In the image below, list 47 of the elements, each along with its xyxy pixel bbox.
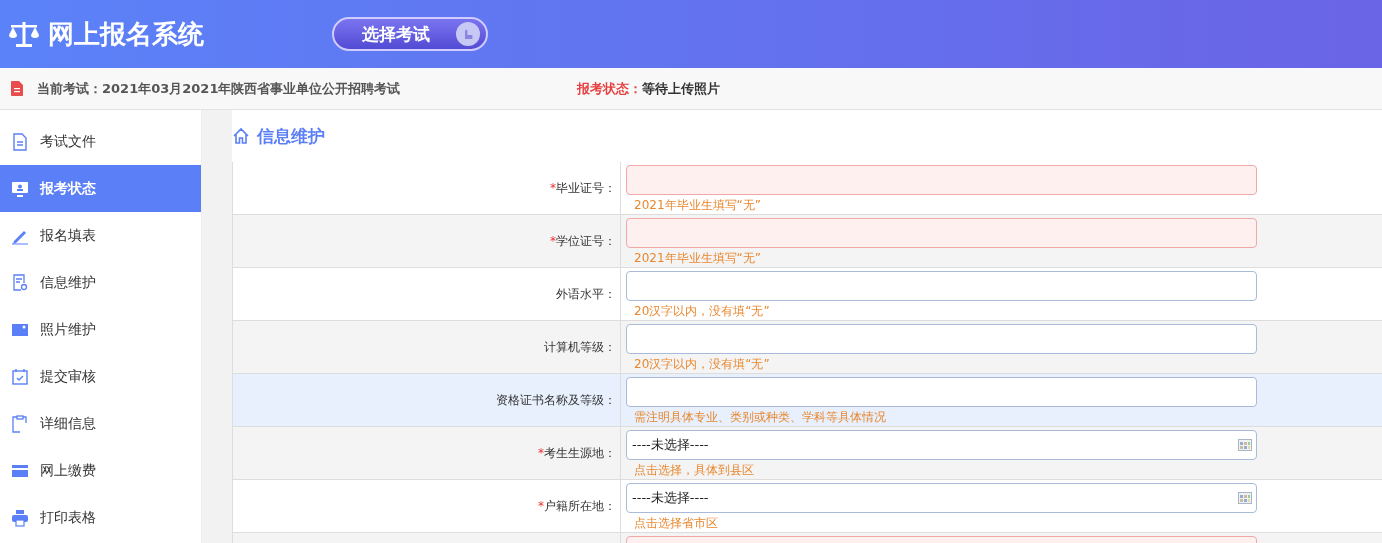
current-exam-text: 当前考试：2021年03月2021年陕西省事业单位公开招聘考试 xyxy=(37,79,402,98)
input-field[interactable] xyxy=(626,324,1257,354)
grid-icon xyxy=(1238,439,1252,451)
sidebar-item[interactable]: 打印表格 xyxy=(0,494,201,541)
document-icon xyxy=(11,132,29,151)
printer-icon xyxy=(11,508,29,527)
field-hint: 点击选择，具体到县区 xyxy=(634,462,754,479)
field-label: *户籍所在地： xyxy=(538,497,616,515)
field-label: *考生生源地： xyxy=(538,444,616,462)
input-field[interactable] xyxy=(626,218,1257,248)
region-picker[interactable]: ----未选择---- xyxy=(626,430,1257,460)
status-value: 等待上传照片 xyxy=(642,79,720,98)
sidebar-item[interactable]: 提交审核 xyxy=(0,353,201,400)
grid-icon xyxy=(1238,492,1252,504)
input-field[interactable] xyxy=(626,271,1257,301)
app-title: 网上报名系统 xyxy=(48,17,204,51)
field-label: 外语水平： xyxy=(556,285,616,303)
input-field[interactable] xyxy=(626,165,1257,195)
clipboard-user-icon xyxy=(11,414,29,433)
scales-icon xyxy=(8,20,40,48)
document-gear-icon xyxy=(11,273,29,292)
sidebar-item[interactable]: 考试文件 xyxy=(0,118,201,165)
status-label: 报考状态： xyxy=(577,79,642,98)
field-hint: 点击选择省市区 xyxy=(634,515,718,532)
sidebar-item[interactable]: 网上缴费 xyxy=(0,447,201,494)
sidebar-item[interactable]: 详细信息 xyxy=(0,400,201,447)
home-icon xyxy=(232,127,250,145)
sidebar-item[interactable]: 报名填表 xyxy=(0,212,201,259)
field-hint: 20汉字以内，没有填“无” xyxy=(634,356,770,373)
field-hint: 需注明具体专业、类别或种类、学科等具体情况 xyxy=(634,409,886,426)
field-hint: 2021年毕业生填写“无” xyxy=(634,250,761,267)
calendar-check-icon xyxy=(11,367,29,386)
document-icon xyxy=(11,81,23,96)
sidebar-item[interactable]: 信息维护 xyxy=(0,259,201,306)
sidebar-item[interactable]: 照片维护 xyxy=(0,306,201,353)
field-label: 资格证书名称及等级： xyxy=(496,391,616,409)
field-label: *学位证号： xyxy=(550,232,616,250)
monitor-icon xyxy=(11,179,29,198)
field-label: *毕业证号： xyxy=(550,179,616,197)
region-picker[interactable]: ----未选择---- xyxy=(626,483,1257,513)
section-title: 信息维护 xyxy=(257,124,325,148)
field-hint: 20汉字以内，没有填“无” xyxy=(634,303,770,320)
input-field[interactable] xyxy=(626,377,1257,407)
select-exam-button[interactable]: 选择考试 xyxy=(332,17,488,51)
sidebar-item[interactable]: 报考状态 xyxy=(0,165,201,212)
field-label: 计算机等级： xyxy=(544,338,616,356)
field-hint: 2021年毕业生填写“无” xyxy=(634,197,761,214)
